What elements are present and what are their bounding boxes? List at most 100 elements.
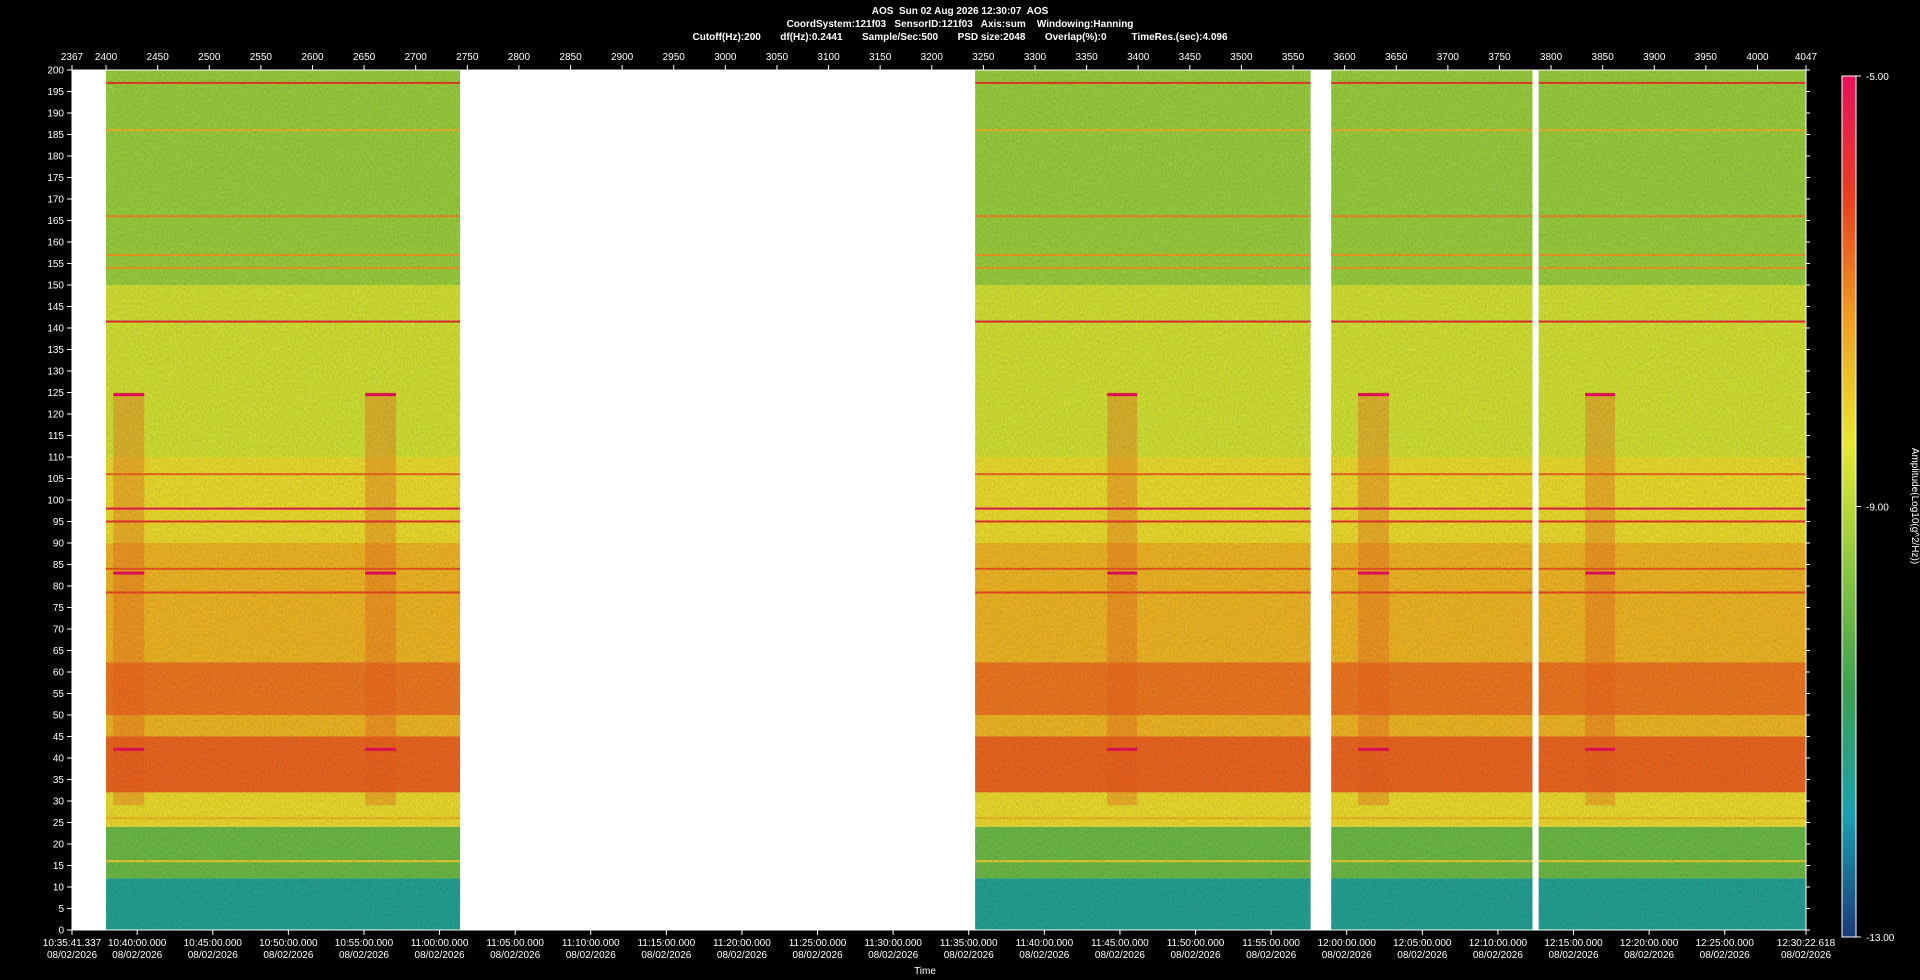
segment-3	[1331, 70, 1533, 930]
time-tick-date: 08/02/2026	[944, 950, 994, 961]
y-tick-label: 185	[47, 130, 64, 141]
time-tick-date: 08/02/2026	[1397, 950, 1447, 961]
y-tick-label: 115	[48, 431, 64, 442]
y-tick-label: 175	[47, 173, 64, 184]
time-tick-date: 08/02/2026	[793, 950, 843, 961]
top-tick-label: 3850	[1592, 52, 1615, 63]
y-tick-label: 125	[47, 388, 64, 399]
time-tick-label: 11:20:00.000	[713, 938, 771, 949]
top-tick-label: 2800	[508, 52, 531, 63]
colorbar-label: Amplitude(Log10(g^2/Hz))	[1909, 448, 1920, 564]
y-tick-label: 50	[53, 711, 65, 722]
colorbar-tick-label: -5.00	[1866, 72, 1889, 83]
time-tick-label: 10:45:00.000	[184, 938, 243, 949]
top-tick-label: 2500	[198, 52, 221, 63]
time-tick-label: 11:00:00.000	[411, 938, 469, 949]
time-tick-date: 08/02/2026	[566, 950, 616, 961]
top-tick-label: 4000	[1746, 52, 1769, 63]
y-tick-label: 200	[47, 66, 64, 77]
y-tick-label: 95	[53, 517, 65, 528]
top-tick-label: 3700	[1437, 52, 1460, 63]
time-tick-label: 12:10:00.000	[1469, 938, 1528, 949]
noise-texture	[1538, 70, 1806, 930]
y-tick-label: 60	[53, 668, 65, 679]
colorbar-tick-label: -13.00	[1866, 933, 1895, 944]
y-tick-label: 85	[53, 560, 65, 571]
y-tick-label: 130	[47, 367, 64, 378]
time-tick-label: 11:45:00.000	[1091, 938, 1149, 949]
y-tick-label: 30	[53, 797, 65, 808]
time-tick-label: 11:40:00.000	[1016, 938, 1074, 949]
time-tick-label: 12:05:00.000	[1393, 938, 1452, 949]
y-tick-label: 55	[53, 689, 65, 700]
y-tick-label: 90	[53, 539, 65, 550]
time-tick-date: 08/02/2026	[1781, 950, 1831, 961]
y-tick-label: 20	[53, 840, 65, 851]
y-tick-label: 0	[58, 926, 64, 937]
top-tick-label: 2367	[61, 52, 84, 63]
noise-texture	[1331, 70, 1533, 930]
time-tick-date: 08/02/2026	[47, 950, 97, 961]
top-index-axis: 2367 2400 2450 2500 2550 2600 2650 2700 2750 2800…	[61, 52, 1818, 71]
y-tick-label: 145	[47, 302, 64, 313]
top-tick-label: 3300	[1024, 52, 1047, 63]
time-tick-label: 12:30:22.618	[1777, 938, 1836, 949]
segment-2	[975, 70, 1311, 930]
top-tick-label: 3000	[714, 52, 737, 63]
top-tick-label: 2750	[456, 52, 479, 63]
time-tick-date: 08/02/2026	[1246, 950, 1296, 961]
colorbar-gradient	[1841, 75, 1857, 938]
time-tick-date: 08/02/2026	[1170, 950, 1220, 961]
top-tick-label: 3600	[1334, 52, 1357, 63]
top-tick-label: 3450	[1179, 52, 1202, 63]
x-axis-label: Time	[914, 966, 936, 977]
top-tick-label: 2550	[250, 52, 273, 63]
time-tick-label: 12:20:00.000	[1620, 938, 1679, 949]
y-tick-label: 100	[47, 496, 64, 507]
top-tick-label: 3950	[1695, 52, 1718, 63]
y-tick-label: 165	[47, 216, 64, 227]
y-tick-label: 120	[47, 410, 64, 421]
time-tick-label: 11:50:00.000	[1167, 938, 1225, 949]
y-tick-label: 70	[53, 625, 65, 636]
time-tick-label: 11:10:00.000	[562, 938, 620, 949]
y-tick-label: 75	[53, 603, 65, 614]
noise-texture	[106, 70, 461, 930]
time-tick-label: 12:15:00.000	[1544, 938, 1603, 949]
y-tick-label: 190	[47, 109, 64, 120]
top-tick-label: 2850	[559, 52, 582, 63]
time-tick-date: 08/02/2026	[717, 950, 767, 961]
time-tick-date: 08/02/2026	[490, 950, 540, 961]
colorbar-tick-label: -9.00	[1866, 503, 1889, 514]
time-tick-date: 08/02/2026	[641, 950, 691, 961]
top-tick-label: 3650	[1385, 52, 1408, 63]
top-tick-label: 3200	[921, 52, 944, 63]
y-tick-label: 150	[47, 281, 64, 292]
time-tick-label: 11:05:00.000	[486, 938, 544, 949]
time-axis: 10:35:41.33708/02/202610:40:00.00008/02/…	[43, 929, 1836, 961]
time-tick-label: 10:50:00.000	[259, 938, 318, 949]
top-tick-label: 3100	[817, 52, 840, 63]
y-tick-label: 15	[53, 861, 65, 872]
y-tick-label: 10	[53, 883, 65, 894]
spectrogram-chart: 0 5 10 15 20 25 30 35 40 45 50 55 60 65 70 75 80 85 90 95 10…	[43, 52, 1920, 977]
colorbar: -5.00 -9.00 -13.00 Amplitude(Log10(g^2/Hz))	[1841, 72, 1920, 944]
y-tick-label: 5	[58, 904, 64, 915]
time-tick-date: 08/02/2026	[188, 950, 238, 961]
time-tick-date: 08/02/2026	[1624, 950, 1674, 961]
time-tick-date: 08/02/2026	[1095, 950, 1145, 961]
top-tick-label: 3900	[1643, 52, 1666, 63]
y-tick-label: 195	[47, 87, 64, 98]
top-tick-label: 2950	[663, 52, 686, 63]
time-tick-date: 08/02/2026	[1019, 950, 1069, 961]
y-tick-label: 140	[47, 324, 64, 335]
y-tick-label: 155	[47, 259, 64, 270]
y-tick-label: 160	[47, 238, 64, 249]
time-tick-label: 11:35:00.000	[940, 938, 998, 949]
top-tick-label: 3250	[972, 52, 995, 63]
top-tick-label: 4047	[1795, 52, 1818, 63]
top-tick-label: 3050	[766, 52, 789, 63]
segment-1	[106, 70, 461, 930]
noise-texture	[975, 70, 1311, 930]
y-tick-label: 25	[53, 818, 65, 829]
